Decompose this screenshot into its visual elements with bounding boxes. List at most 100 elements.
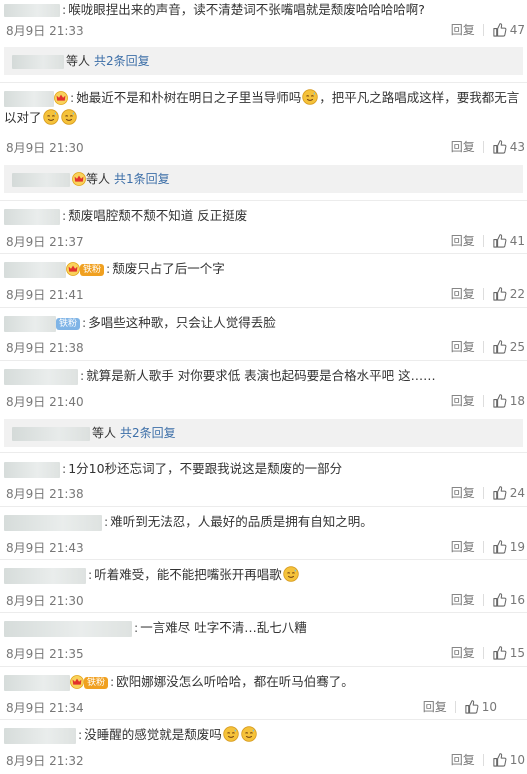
reply-button[interactable]: 回复 bbox=[423, 698, 447, 715]
like-count: 43 bbox=[509, 139, 525, 154]
comment-time: 8月9日 21:40 bbox=[6, 395, 84, 409]
thumbs-up-icon[interactable] bbox=[492, 645, 507, 660]
like-count: 18 bbox=[509, 393, 525, 408]
blurred-username[interactable] bbox=[4, 461, 60, 478]
comment-text: 喉咙眼捏出来的声音，读不清楚词不张嘴唱就是颓废哈哈哈哈啊? bbox=[68, 2, 425, 17]
comment-time: 8月9日 21:35 bbox=[6, 647, 84, 661]
comment-time: 8月9日 21:38 bbox=[6, 341, 84, 355]
divider bbox=[0, 360, 527, 361]
comment-body: : 没睡醒的感觉就是颓废吗 bbox=[4, 725, 524, 745]
divider bbox=[0, 200, 527, 201]
comment-time: 8月9日 21:43 bbox=[6, 541, 84, 555]
divider bbox=[0, 307, 527, 308]
comment-time: 8月9日 21:33 bbox=[6, 24, 84, 38]
crown-badge-icon bbox=[70, 675, 84, 689]
comment-time: 8月9日 21:41 bbox=[6, 288, 84, 302]
reply-button[interactable]: 回复 bbox=[451, 591, 475, 608]
comment-actions: 回复 16 bbox=[451, 591, 525, 608]
fan-badge: 铁粉 bbox=[80, 264, 105, 276]
blurred-username bbox=[12, 426, 90, 441]
thumbs-up-icon[interactable] bbox=[492, 286, 507, 301]
thumbs-up-icon[interactable] bbox=[492, 339, 507, 354]
reply-button[interactable]: 回复 bbox=[451, 138, 475, 155]
like-count: 10 bbox=[509, 752, 525, 767]
comment-body: 铁粉: 颓废只占了后一个字 bbox=[4, 259, 524, 279]
reply-button[interactable]: 回复 bbox=[451, 285, 475, 302]
view-replies-link[interactable]: 共2条回复 bbox=[94, 54, 150, 68]
thumbs-up-icon[interactable] bbox=[492, 139, 507, 154]
comment-actions: 回复 22 bbox=[451, 285, 525, 302]
crown-badge-icon bbox=[72, 172, 86, 186]
thumbs-up-icon[interactable] bbox=[492, 539, 507, 554]
blurred-username bbox=[12, 54, 64, 69]
thumbs-up-icon[interactable] bbox=[492, 752, 507, 767]
blurred-username[interactable] bbox=[4, 315, 56, 332]
reply-button[interactable]: 回复 bbox=[451, 644, 475, 661]
sweat-smile-emoji-icon bbox=[223, 726, 239, 742]
comment-text: 难听到无法忍，人最好的品质是拥有自知之明。 bbox=[110, 514, 373, 529]
like-count: 22 bbox=[509, 286, 525, 301]
blurred-username[interactable] bbox=[4, 208, 60, 225]
view-replies-link[interactable]: 共1条回复 bbox=[114, 172, 170, 186]
comment-body: : 喉咙眼捏出来的声音，读不清楚词不张嘴唱就是颓废哈哈哈哈啊? bbox=[4, 0, 425, 17]
like-count: 15 bbox=[509, 645, 525, 660]
thumbs-up-icon[interactable] bbox=[492, 485, 507, 500]
comment-actions: 回复 10 bbox=[451, 751, 525, 768]
blurred-username[interactable] bbox=[4, 514, 102, 531]
like-count: 24 bbox=[509, 485, 525, 500]
like-count: 47 bbox=[509, 22, 525, 37]
blurred-username[interactable] bbox=[4, 674, 70, 691]
reply-button[interactable]: 回复 bbox=[451, 751, 475, 768]
comment-actions: 回复 41 bbox=[451, 232, 525, 249]
blurred-username[interactable] bbox=[4, 620, 132, 637]
like-count: 16 bbox=[509, 592, 525, 607]
blurred-username[interactable] bbox=[4, 727, 76, 744]
comment-body: : 难听到无法忍，人最好的品质是拥有自知之明。 bbox=[4, 512, 524, 532]
view-replies-link[interactable]: 共2条回复 bbox=[120, 426, 176, 440]
comment-text: 一言难尽 吐字不清…乱七八糟 bbox=[140, 620, 307, 635]
reply-button[interactable]: 回复 bbox=[451, 338, 475, 355]
reply-button[interactable]: 回复 bbox=[451, 538, 475, 555]
blurred-username[interactable] bbox=[4, 567, 86, 584]
thumbs-up-icon[interactable] bbox=[492, 22, 507, 37]
comment-text: 1分10秒还忘词了，不要跟我说这是颓废的一部分 bbox=[68, 461, 343, 476]
blurred-username[interactable] bbox=[4, 4, 60, 17]
comment-text: 多唱些这种歌，只会让人觉得丢脸 bbox=[88, 315, 276, 330]
comment-text: 颓废只占了后一个字 bbox=[112, 261, 225, 276]
blurred-username[interactable] bbox=[4, 90, 54, 107]
replies-summary[interactable]: 等人 共1条回复 bbox=[4, 165, 523, 193]
divider bbox=[0, 452, 527, 453]
reply-button[interactable]: 回复 bbox=[451, 484, 475, 501]
comment-time: 8月9日 21:38 bbox=[6, 487, 84, 501]
divider bbox=[0, 506, 527, 507]
blurred-username[interactable] bbox=[4, 261, 66, 278]
comment-text: 就算是新人歌手 对你要求低 表演也起码要是合格水平吧 这…… bbox=[86, 368, 436, 383]
replies-summary[interactable]: 等人 共2条回复 bbox=[4, 419, 523, 447]
comment-body: : 就算是新人歌手 对你要求低 表演也起码要是合格水平吧 这…… bbox=[4, 366, 524, 386]
reply-button[interactable]: 回复 bbox=[451, 21, 475, 38]
sweat-smile-emoji-icon bbox=[61, 109, 77, 125]
comment-actions: 回复 18 bbox=[451, 392, 525, 409]
comment-body: : 颓废唱腔颓不颓不知道 反正挺废 bbox=[4, 206, 524, 226]
replies-summary[interactable]: 等人 共2条回复 bbox=[4, 47, 523, 75]
like-count: 19 bbox=[509, 539, 525, 554]
comment-time: 8月9日 21:30 bbox=[6, 141, 84, 155]
like-count: 25 bbox=[509, 339, 525, 354]
fan-badge: 铁粉 bbox=[56, 318, 81, 330]
thumbs-up-icon[interactable] bbox=[492, 393, 507, 408]
thumbs-up-icon[interactable] bbox=[492, 592, 507, 607]
reply-button[interactable]: 回复 bbox=[451, 232, 475, 249]
like-count: 41 bbox=[509, 233, 525, 248]
comment-body: : 一言难尽 吐字不清…乱七八糟 bbox=[4, 618, 524, 638]
reply-button[interactable]: 回复 bbox=[451, 392, 475, 409]
comment-text: 听着难受，能不能把嘴张开再唱歌 bbox=[94, 567, 282, 582]
comment-actions: 回复 25 bbox=[451, 338, 525, 355]
divider bbox=[0, 719, 527, 720]
comment-body: 铁粉: 多唱些这种歌，只会让人觉得丢脸 bbox=[4, 313, 524, 333]
thumbs-up-icon[interactable] bbox=[492, 233, 507, 248]
blurred-username[interactable] bbox=[4, 368, 78, 385]
thumbs-up-icon[interactable] bbox=[464, 699, 479, 714]
crown-badge-icon bbox=[54, 91, 68, 105]
comment-actions: 回复 10 bbox=[423, 698, 497, 715]
comment-actions: 回复 19 bbox=[451, 538, 525, 555]
